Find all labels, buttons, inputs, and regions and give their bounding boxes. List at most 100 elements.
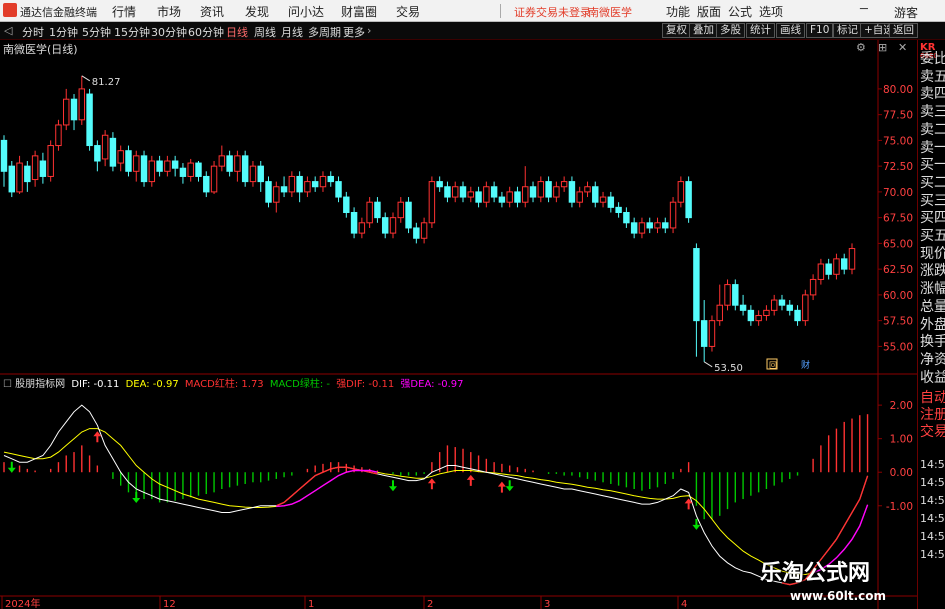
- candle-body: [257, 165, 264, 183]
- candle-body: [716, 304, 723, 322]
- login-warning[interactable]: 证券交易未登录: [514, 4, 591, 20]
- app-title: 通达信金融终端: [20, 6, 97, 19]
- menu-item[interactable]: 交易: [396, 3, 420, 20]
- candle-body: [117, 150, 124, 164]
- candle-body: [459, 186, 467, 198]
- sell-arrow-icon: [388, 480, 397, 492]
- candle-body: [16, 162, 23, 193]
- period-tab[interactable]: 30分钟: [151, 24, 187, 40]
- macd-green-legend: MACD绿柱: -: [269, 379, 330, 390]
- candle-body: [669, 201, 677, 229]
- right-menu-item[interactable]: 功能: [666, 3, 690, 20]
- toolbar-button[interactable]: F10: [806, 23, 834, 38]
- chevron-right-icon[interactable]: ›: [367, 24, 371, 37]
- candle-body: [296, 175, 303, 193]
- toolbar-button[interactable]: 画线: [776, 23, 805, 38]
- main-chart-label: 南微医学(日线): [3, 43, 78, 56]
- period-tab-more[interactable]: 更多: [343, 24, 365, 40]
- right-menu-item[interactable]: 版面: [697, 3, 721, 20]
- sell-arrow-icon: [7, 461, 16, 473]
- side-time-label: 14:56: [920, 494, 945, 507]
- candle-body: [234, 155, 241, 172]
- toolbar-button[interactable]: 统计: [746, 23, 775, 38]
- settings-gear-icon[interactable]: ⚙: [856, 41, 866, 54]
- macd-y-tick-label: 2.00: [890, 400, 913, 412]
- stock-name-title: 南微医学: [588, 6, 632, 19]
- toolbar-button[interactable]: 复权: [662, 23, 691, 38]
- app-window: 通达信金融终端 行情 市场 资讯 发现 问小达 财富圈 交易 证券交易未登录 南…: [0, 0, 945, 609]
- x-tick-label: 12: [163, 599, 176, 609]
- x-tick-label: 2: [427, 599, 433, 609]
- candle-body: [646, 222, 653, 229]
- period-tab[interactable]: 周线: [254, 24, 276, 40]
- menu-item[interactable]: 行情: [112, 3, 136, 20]
- candle-body: [156, 160, 163, 172]
- side-time-label: 14:56: [920, 530, 945, 543]
- indicator-name[interactable]: 股朋指标网: [15, 379, 65, 390]
- watermark-title: 乐淘公式网: [760, 561, 871, 586]
- candle-body: [522, 186, 529, 203]
- candle-body: [809, 278, 817, 296]
- menu-item[interactable]: 资讯: [200, 3, 224, 20]
- toolbar-button[interactable]: 多股: [716, 23, 745, 38]
- candle-body: [148, 160, 156, 183]
- right-menu-item[interactable]: 选项: [759, 3, 783, 20]
- candle-body: [335, 181, 342, 198]
- menu-item[interactable]: 市场: [157, 3, 181, 20]
- period-tab[interactable]: 分时: [22, 24, 44, 40]
- menu-item[interactable]: 财富圈: [341, 3, 377, 20]
- back-arrow-icon[interactable]: ◁: [4, 24, 12, 37]
- toolbar-button[interactable]: 标记: [833, 23, 862, 38]
- menu-item[interactable]: 问小达: [288, 3, 324, 20]
- period-tab[interactable]: 5分钟: [82, 24, 111, 40]
- report-icon-label: 回: [769, 361, 777, 370]
- minimize-icon[interactable]: ─: [860, 2, 868, 17]
- buy-arrow-icon: [466, 474, 475, 486]
- close-icon[interactable]: ✕: [898, 41, 907, 54]
- period-tab[interactable]: 60分钟: [188, 24, 224, 40]
- y-tick-label: 62.50: [883, 264, 913, 276]
- candle-body: [607, 196, 615, 208]
- candle-body: [241, 155, 249, 183]
- y-tick-label: 75.00: [883, 135, 913, 147]
- period-tab[interactable]: 1分钟: [49, 24, 78, 40]
- candle-body: [218, 155, 226, 167]
- menu-item[interactable]: 发现: [245, 3, 269, 20]
- candle-body: [195, 162, 202, 177]
- watermark-url: www.60lt.com: [790, 589, 887, 603]
- candle-body: [755, 315, 762, 322]
- candle-body: [724, 284, 731, 306]
- side-time-label: 14:55: [920, 476, 945, 489]
- candle-body: [662, 222, 669, 229]
- candle-body: [498, 196, 506, 203]
- buy-arrow-icon: [427, 478, 436, 490]
- candle-body: [763, 309, 770, 317]
- candle-body: [848, 248, 856, 270]
- high-marker-line: [81, 75, 91, 82]
- side-quote-label[interactable]: 收益: [920, 367, 945, 387]
- toolbar-button[interactable]: 叠加: [689, 23, 718, 38]
- guest-label[interactable]: 游客: [894, 4, 918, 21]
- candle-body: [86, 93, 93, 147]
- period-tab[interactable]: 月线: [281, 24, 303, 40]
- low-marker-line: [703, 361, 713, 368]
- candle-body: [0, 139, 8, 172]
- side-lower-label[interactable]: 交易: [920, 421, 945, 441]
- right-menu-item[interactable]: 公式: [728, 3, 752, 20]
- kline-chart[interactable]: 80.00 77.50 75.00 72.50 70.00 67.50 65.00 62.50…: [0, 40, 917, 609]
- period-tab[interactable]: 15分钟: [114, 24, 150, 40]
- candle-body: [109, 137, 117, 167]
- period-tab-active[interactable]: 日线: [226, 24, 248, 40]
- candle-body: [31, 155, 39, 181]
- candle-body: [467, 191, 475, 198]
- y-tick-label: 60.00: [883, 290, 913, 302]
- strong-dif-legend: 强DIF: -0.11: [336, 379, 395, 390]
- toolbar-button[interactable]: 返回: [889, 23, 918, 38]
- y-tick-label: 55.00: [883, 341, 913, 353]
- expand-icon[interactable]: ⊞: [878, 41, 887, 54]
- candle-body: [39, 160, 47, 177]
- x-tick-label: 4: [681, 599, 687, 609]
- period-tab[interactable]: 多周期: [308, 24, 341, 40]
- y-tick-label: 67.50: [883, 213, 913, 225]
- checkbox-icon[interactable]: ☐: [3, 379, 12, 390]
